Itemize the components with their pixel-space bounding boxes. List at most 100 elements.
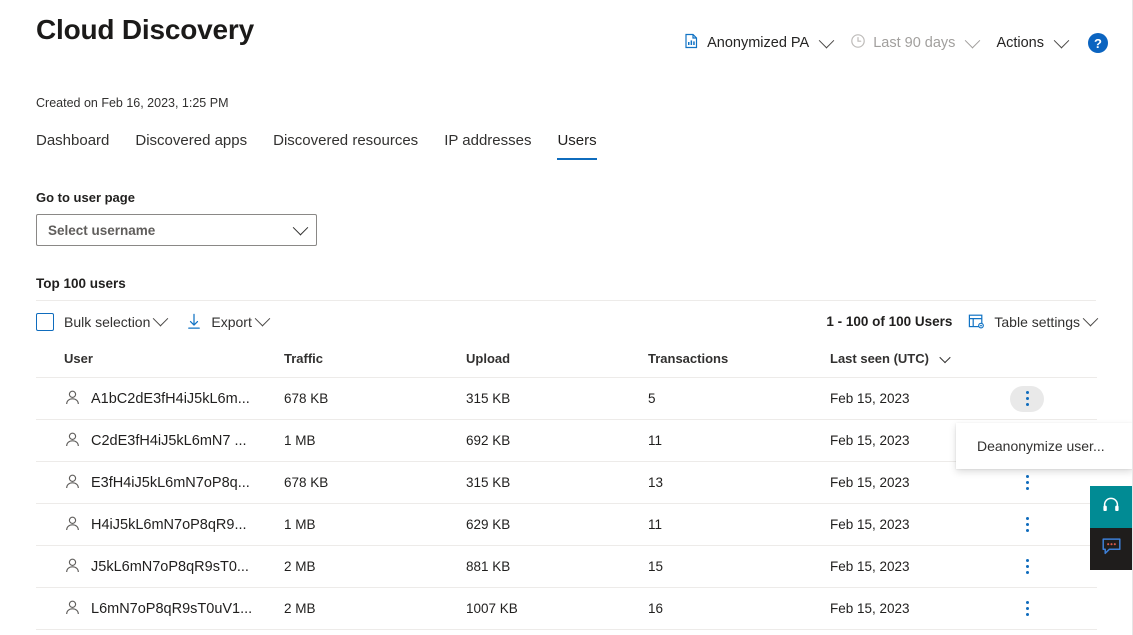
cell-transactions: 15 <box>648 545 830 588</box>
table-settings-icon <box>968 313 985 330</box>
chevron-down-icon <box>965 32 981 48</box>
cell-actions <box>1000 503 1097 546</box>
table-row[interactable]: H4iJ5kL6mN7oP8qR9... 1 MB 629 KB 11 Feb … <box>36 503 1097 546</box>
tab-dashboard[interactable]: Dashboard <box>36 132 109 160</box>
table-row[interactable]: A1bC2dE3fH4iJ5kL6m... 678 KB 315 KB 5 Fe… <box>36 377 1097 420</box>
column-header-upload[interactable]: Upload <box>466 342 648 378</box>
support-widget-button[interactable] <box>1090 486 1132 528</box>
cell-upload: 315 KB <box>466 377 648 420</box>
chat-icon <box>1101 537 1122 561</box>
bulk-selection-checkbox[interactable] <box>36 312 54 331</box>
page-header: Cloud Discovery Anonymized PA Last 90 da… <box>0 0 1132 78</box>
column-header-actions <box>1000 342 1097 378</box>
table-row[interactable]: L6mN7oP8qR9sT0uV1... 2 MB 1007 KB 16 Feb… <box>36 587 1097 630</box>
chevron-down-icon <box>254 310 271 327</box>
row-menu-button[interactable] <box>1010 554 1044 580</box>
cell-transactions: 13 <box>648 461 830 504</box>
cell-user[interactable]: E3fH4iJ5kL6mN7oP8q... <box>36 461 284 504</box>
column-header-last-seen-label: Last seen (UTC) <box>830 351 929 366</box>
cell-upload: 629 KB <box>466 503 648 546</box>
report-selector-button[interactable]: Anonymized PA <box>675 29 841 57</box>
chevron-down-icon <box>1053 32 1070 48</box>
cell-user[interactable]: H4iJ5kL6mN7oP8qR9... <box>36 503 284 546</box>
user-name: L6mN7oP8qR9sT0uV1... <box>91 600 253 617</box>
user-avatar-icon <box>64 389 81 409</box>
users-table-header: User Traffic Upload Transactions Last se… <box>36 342 1097 378</box>
actions-label: Actions <box>996 35 1044 51</box>
feedback-widget-button[interactable] <box>1090 528 1132 570</box>
results-count: 1 - 100 of 100 Users <box>826 314 953 329</box>
created-timestamp: Created on Feb 16, 2023, 1:25 PM <box>36 96 229 110</box>
user-avatar-icon <box>64 599 81 619</box>
cell-traffic: 2 MB <box>284 545 466 588</box>
cell-user[interactable]: A1bC2dE3fH4iJ5kL6m... <box>36 377 284 420</box>
user-name: H4iJ5kL6mN7oP8qR9... <box>91 516 247 533</box>
table-settings-button[interactable]: Table settings <box>968 310 1099 330</box>
cell-upload: 692 KB <box>466 419 648 462</box>
cell-transactions: 11 <box>648 419 830 462</box>
cell-transactions: 11 <box>648 503 830 546</box>
table-header-row: User Traffic Upload Transactions Last se… <box>36 342 1097 378</box>
table-settings-label: Table settings <box>994 313 1080 330</box>
date-range-button[interactable]: Last 90 days <box>841 29 987 57</box>
export-label: Export <box>211 313 252 330</box>
tab-users[interactable]: Users <box>557 132 597 160</box>
export-button[interactable]: Export <box>186 310 271 330</box>
column-header-transactions[interactable]: Transactions <box>648 342 830 378</box>
row-menu-button[interactable] <box>1010 470 1044 496</box>
cell-traffic: 1 MB <box>284 419 466 462</box>
table-row[interactable]: J5kL6mN7oP8qR9sT0... 2 MB 881 KB 15 Feb … <box>36 545 1097 588</box>
cell-traffic: 678 KB <box>284 377 466 420</box>
column-header-last-seen[interactable]: Last seen (UTC) <box>830 342 1000 378</box>
cell-transactions: 5 <box>648 377 830 420</box>
cell-upload: 881 KB <box>466 545 648 588</box>
menu-item-deanonymize-user[interactable]: Deanonymize user... <box>956 430 1132 462</box>
help-icon[interactable]: ? <box>1088 33 1108 53</box>
toolbar-right-group: 1 - 100 of 100 Users Table settings <box>826 310 1099 330</box>
cell-traffic: 1 MB <box>284 503 466 546</box>
row-menu-button[interactable] <box>1010 596 1044 622</box>
actions-button[interactable]: Actions <box>987 31 1076 55</box>
header-command-bar: Anonymized PA Last 90 days Actions ? <box>675 29 1108 57</box>
report-selector-label: Anonymized PA <box>707 35 810 51</box>
cell-user[interactable]: J5kL6mN7oP8qR9sT0... <box>36 545 284 588</box>
cell-user[interactable]: L6mN7oP8qR9sT0uV1... <box>36 587 284 630</box>
toolbar-left-group: Bulk selection Export <box>36 310 288 331</box>
date-range-label: Last 90 days <box>873 35 956 51</box>
user-avatar-icon <box>64 515 81 535</box>
bulk-selection-button[interactable]: Bulk selection <box>36 310 169 331</box>
cell-upload: 1007 KB <box>466 587 648 630</box>
cloud-discovery-page: Cloud Discovery Anonymized PA Last 90 da… <box>0 0 1133 635</box>
cell-traffic: 678 KB <box>284 461 466 504</box>
cell-last-seen: Feb 15, 2023 <box>830 587 1000 630</box>
cell-user[interactable]: C2dE3fH4iJ5kL6mN7 ... <box>36 419 284 462</box>
bulk-selection-label: Bulk selection <box>64 313 151 330</box>
user-name: C2dE3fH4iJ5kL6mN7 ... <box>91 432 247 449</box>
user-avatar-icon <box>64 431 81 451</box>
report-bar-chart-icon <box>684 33 700 53</box>
cell-actions <box>1000 587 1097 630</box>
username-select[interactable]: Select username <box>36 214 317 246</box>
column-header-user[interactable]: User <box>36 342 284 378</box>
column-header-traffic[interactable]: Traffic <box>284 342 466 378</box>
table-row[interactable]: C2dE3fH4iJ5kL6mN7 ... 1 MB 692 KB 11 Feb… <box>36 419 1097 462</box>
user-name: E3fH4iJ5kL6mN7oP8q... <box>91 474 250 491</box>
row-menu-button[interactable] <box>1010 512 1044 538</box>
tab-discovered-apps[interactable]: Discovered apps <box>135 132 247 160</box>
cell-upload: 315 KB <box>466 461 648 504</box>
page-title: Cloud Discovery <box>36 14 254 45</box>
chevron-down-icon <box>818 32 835 48</box>
tab-bar: Dashboard Discovered apps Discovered res… <box>36 132 1096 160</box>
cell-actions <box>1000 377 1097 420</box>
tab-ip-addresses[interactable]: IP addresses <box>444 132 531 160</box>
go-to-user-page-label: Go to user page <box>36 190 135 205</box>
tab-discovered-resources[interactable]: Discovered resources <box>273 132 418 160</box>
row-menu-button[interactable] <box>1010 385 1044 412</box>
table-row[interactable]: E3fH4iJ5kL6mN7oP8q... 678 KB 315 KB 13 F… <box>36 461 1097 504</box>
download-icon <box>186 313 202 330</box>
cell-last-seen: Feb 15, 2023 <box>830 377 1000 420</box>
table-toolbar: Bulk selection Export 1 - 100 of 100 Use <box>36 300 1099 342</box>
floating-widgets <box>1090 486 1132 570</box>
user-avatar-icon <box>64 557 81 577</box>
clock-icon <box>850 33 866 53</box>
